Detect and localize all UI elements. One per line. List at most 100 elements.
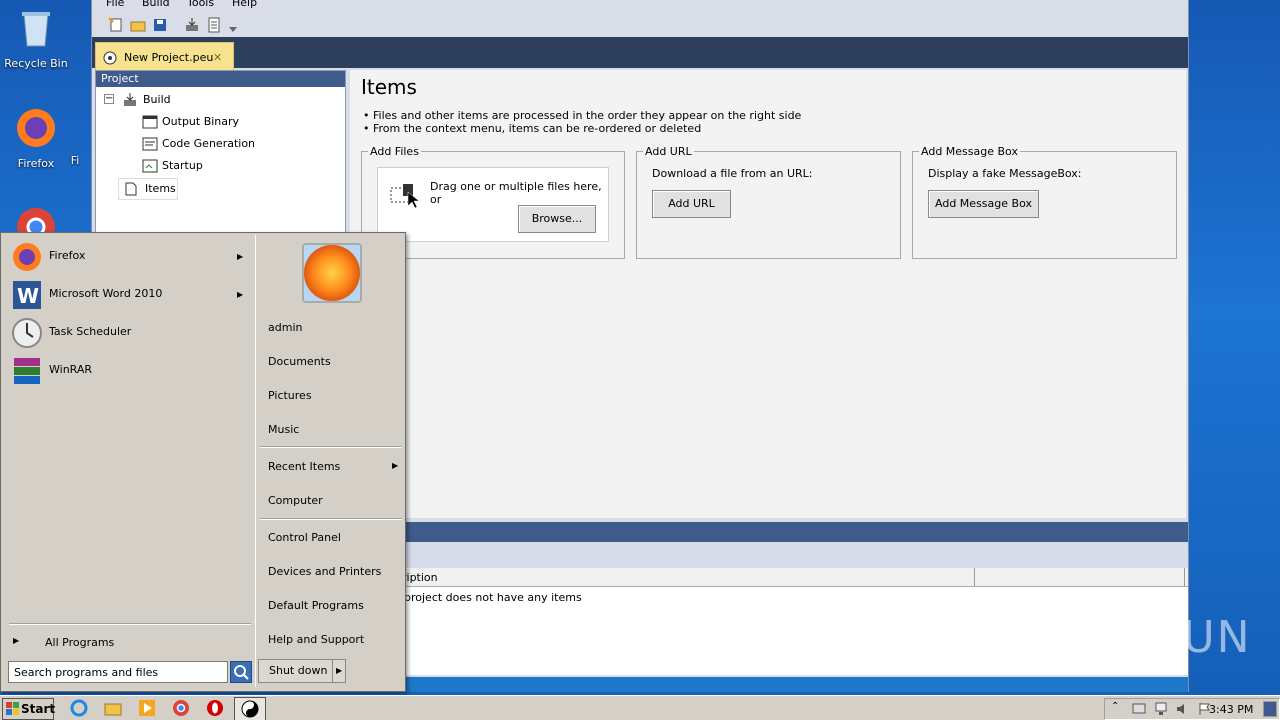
program-winrar[interactable]: WinRAR bbox=[11, 353, 251, 389]
project-pane-header: Project bbox=[96, 71, 345, 87]
submenu-arrow-icon: ▶ bbox=[237, 252, 244, 261]
show-hidden-icons-icon[interactable]: ⌃ bbox=[1111, 701, 1119, 712]
media-player-icon[interactable] bbox=[138, 699, 156, 717]
recycle-bin-icon bbox=[22, 12, 50, 47]
document-icon[interactable] bbox=[206, 17, 222, 33]
column-description[interactable]: ription bbox=[402, 571, 438, 584]
search-icon bbox=[234, 665, 249, 680]
tab-new-project[interactable]: New Project.peu ✕ bbox=[95, 42, 234, 71]
network-icon[interactable] bbox=[1153, 701, 1169, 717]
link-computer[interactable]: Computer bbox=[268, 494, 323, 507]
add-message-box-button[interactable]: Add Message Box bbox=[928, 190, 1039, 218]
column-divider[interactable] bbox=[974, 568, 975, 586]
note-line-1: • Files and other items are processed in… bbox=[363, 109, 802, 122]
items-node-icon bbox=[125, 182, 137, 196]
separator bbox=[260, 518, 402, 520]
user-avatar[interactable] bbox=[302, 243, 362, 303]
drop-zone-text: Drag one or multiple files here, or bbox=[430, 180, 602, 206]
windows-logo-icon bbox=[6, 702, 19, 715]
add-url-legend: Add URL bbox=[645, 145, 692, 158]
volume-icon[interactable] bbox=[1175, 701, 1191, 717]
desktop-icon-label: Fi bbox=[70, 154, 80, 167]
tree-item-items-selected[interactable]: Items bbox=[118, 178, 178, 200]
document-tab-bar: New Project.peu ✕ bbox=[92, 37, 1188, 71]
link-default-programs[interactable]: Default Programs bbox=[268, 599, 364, 612]
winrar-icon bbox=[14, 358, 40, 384]
new-file-icon[interactable] bbox=[108, 17, 124, 33]
search-programs-input[interactable]: Search programs and files bbox=[8, 661, 228, 683]
link-control-panel[interactable]: Control Panel bbox=[268, 531, 341, 544]
all-programs-arrow-icon: ▶ bbox=[13, 636, 20, 645]
link-documents[interactable]: Documents bbox=[268, 355, 331, 368]
start-button[interactable]: Start bbox=[2, 698, 55, 720]
menu-tools[interactable]: Tools bbox=[187, 0, 214, 9]
browse-button[interactable]: Browse... bbox=[518, 205, 596, 233]
empty-list-message: project does not have any items bbox=[404, 591, 582, 604]
word-icon: W bbox=[13, 281, 41, 309]
project-file-icon bbox=[103, 51, 117, 65]
link-user-folder[interactable]: admin bbox=[268, 321, 302, 334]
drag-drop-icon bbox=[390, 184, 420, 209]
toolbar-overflow-icon[interactable] bbox=[228, 24, 238, 34]
chrome-icon[interactable] bbox=[14, 205, 58, 246]
menu-build[interactable]: Build bbox=[142, 0, 170, 9]
app-yin-yang-icon bbox=[241, 700, 259, 718]
menu-file[interactable]: File bbox=[106, 0, 124, 9]
opera-icon[interactable] bbox=[206, 699, 224, 717]
note-line-2: • From the context menu, items can be re… bbox=[363, 122, 702, 135]
menu-help[interactable]: Help bbox=[232, 0, 257, 9]
search-placeholder: Search programs and files bbox=[14, 666, 159, 679]
program-label: WinRAR bbox=[49, 363, 93, 376]
show-desktop-button[interactable] bbox=[1263, 701, 1277, 717]
shutdown-button[interactable]: Shut down bbox=[258, 659, 334, 683]
code-generation-icon bbox=[142, 137, 158, 151]
clock[interactable]: 3:43 PM bbox=[1209, 703, 1253, 716]
tab-close-icon[interactable]: ✕ bbox=[213, 51, 222, 64]
save-icon[interactable] bbox=[152, 17, 168, 33]
startup-icon bbox=[142, 159, 158, 173]
program-firefox[interactable]: Firefox ▶ bbox=[11, 239, 251, 275]
shutdown-options-button[interactable]: ▶ bbox=[332, 659, 346, 683]
search-button[interactable] bbox=[230, 661, 252, 683]
open-folder-icon[interactable] bbox=[130, 17, 146, 33]
program-word[interactable]: W Microsoft Word 2010 ▶ bbox=[11, 277, 251, 313]
separator bbox=[9, 623, 251, 625]
start-menu: Firefox ▶ W Microsoft Word 2010 ▶ Task S… bbox=[0, 232, 406, 692]
items-panel: Items • Files and other items are proces… bbox=[350, 70, 1186, 518]
firefox-icon bbox=[13, 243, 41, 271]
link-music[interactable]: Music bbox=[268, 423, 299, 436]
link-recent-items[interactable]: Recent Items bbox=[268, 460, 340, 473]
start-menu-programs: Firefox ▶ W Microsoft Word 2010 ▶ Task S… bbox=[3, 235, 253, 687]
desktop-icon-recycle-bin[interactable]: Recycle Bin bbox=[1, 6, 71, 70]
tree-item-startup[interactable]: Startup bbox=[162, 159, 203, 172]
tree-item-output-binary[interactable]: Output Binary bbox=[162, 115, 239, 128]
tree-item-items: Items bbox=[145, 182, 176, 195]
link-pictures[interactable]: Pictures bbox=[268, 389, 312, 402]
action-center-icon[interactable] bbox=[1131, 701, 1147, 717]
program-task-scheduler[interactable]: Task Scheduler bbox=[11, 315, 251, 351]
tree-item-code-generation[interactable]: Code Generation bbox=[162, 137, 255, 150]
build-icon[interactable] bbox=[184, 17, 200, 33]
taskbar-app-active[interactable] bbox=[234, 697, 266, 720]
shutdown-label: Shut down bbox=[269, 664, 328, 677]
chrome-taskbar-icon[interactable] bbox=[172, 699, 190, 717]
internet-explorer-icon[interactable] bbox=[70, 699, 88, 717]
collapse-build-icon[interactable]: − bbox=[104, 94, 114, 104]
link-help-support[interactable]: Help and Support bbox=[268, 633, 364, 646]
add-message-box-description: Display a fake MessageBox: bbox=[928, 167, 1082, 180]
link-devices-printers[interactable]: Devices and Printers bbox=[268, 565, 381, 578]
file-explorer-icon[interactable] bbox=[104, 699, 122, 717]
desktop-icon-partial[interactable]: Fi bbox=[55, 106, 95, 167]
add-url-button[interactable]: Add URL bbox=[652, 190, 731, 218]
submenu-arrow-icon: ▶ bbox=[392, 461, 399, 470]
start-menu-places: admin Documents Pictures Music Recent It… bbox=[255, 235, 404, 687]
chevron-right-icon: ▶ bbox=[336, 666, 343, 675]
column-divider[interactable] bbox=[1184, 568, 1185, 586]
firefox-icon bbox=[17, 109, 55, 147]
taskbar: Start ⌃ 3:43 PM bbox=[0, 695, 1280, 720]
file-drop-zone[interactable]: Drag one or multiple files here, or Brow… bbox=[377, 167, 609, 242]
tree-item-build[interactable]: Build bbox=[143, 93, 171, 106]
menu-bar: File Build Tools Help bbox=[92, 0, 1188, 12]
all-programs-link[interactable]: All Programs bbox=[45, 636, 114, 649]
clock-icon bbox=[12, 318, 42, 348]
